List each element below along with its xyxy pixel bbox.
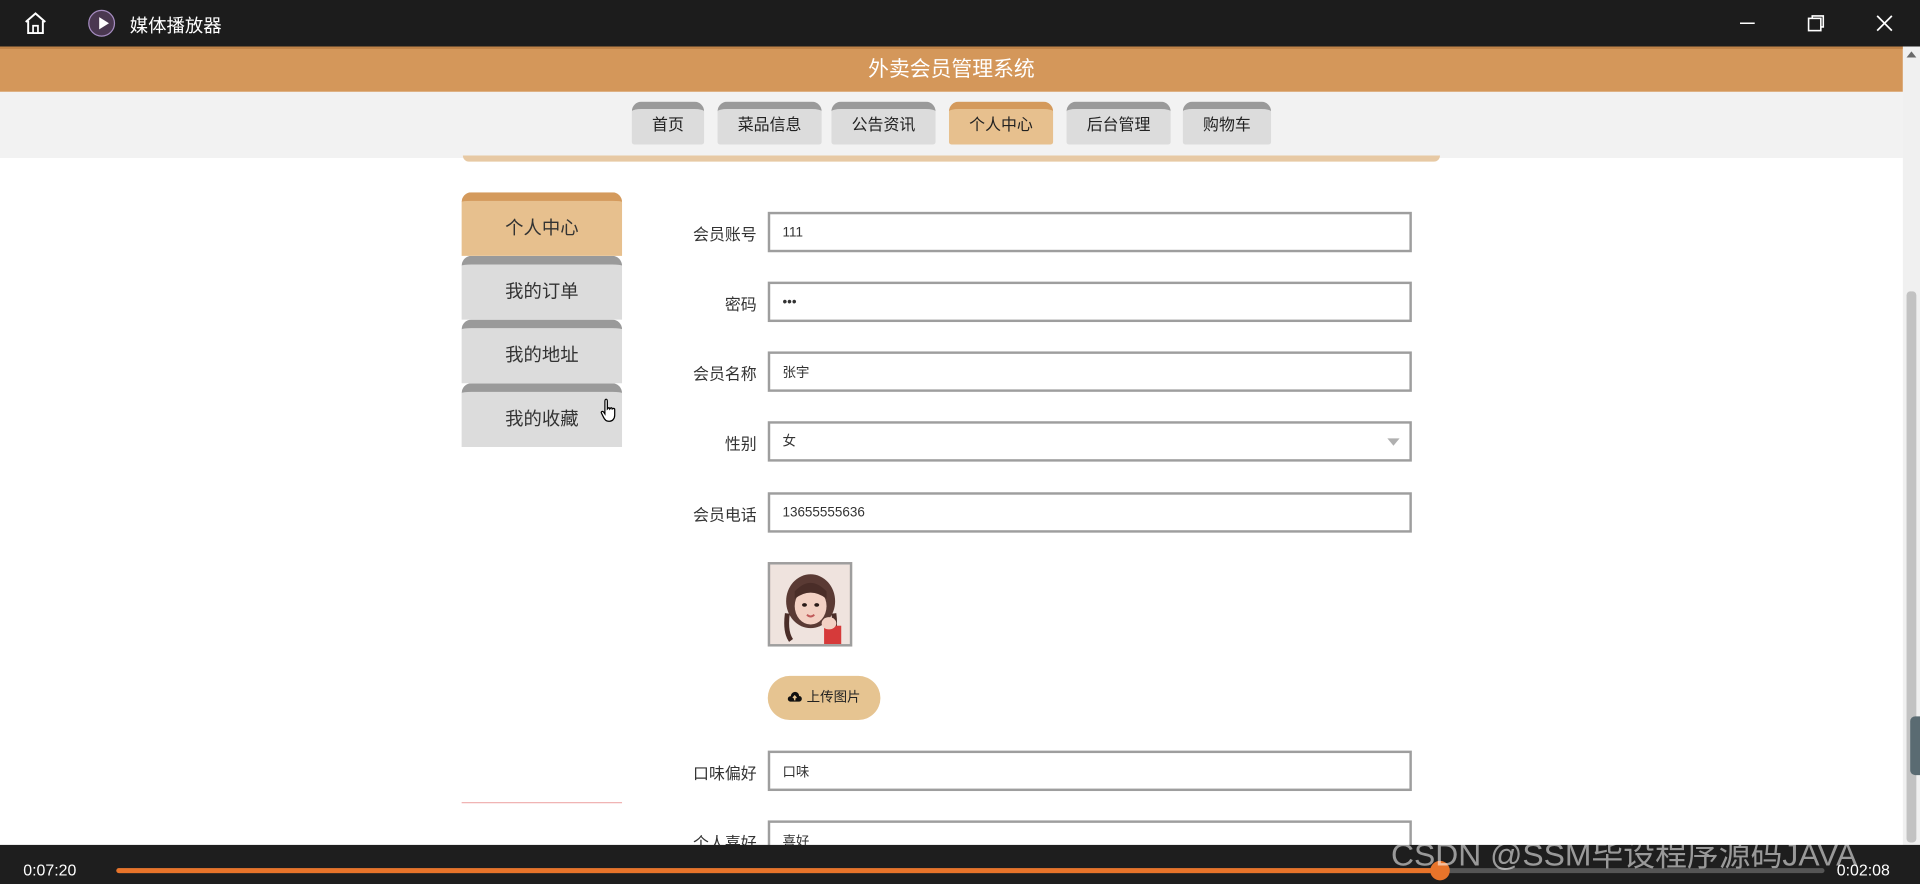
gender-value: 女	[782, 433, 796, 450]
close-icon[interactable]	[1871, 10, 1898, 37]
seek-bar-progress	[116, 868, 1440, 874]
gender-select[interactable]: 女	[767, 421, 1412, 462]
sidebar-item-favorites[interactable]: 我的收藏	[461, 383, 623, 447]
sidebar-item-orders[interactable]: 我的订单	[461, 255, 623, 320]
minimize-icon[interactable]	[1734, 10, 1761, 37]
chevron-down-icon	[1387, 438, 1400, 446]
taste-input[interactable]	[767, 750, 1412, 792]
main-nav: 首页 菜品信息 公告资讯 个人中心 后台管理 购物车	[0, 91, 1903, 158]
nav-tab-dishes[interactable]: 菜品信息	[717, 101, 822, 145]
side-panel-handle[interactable]	[1910, 716, 1920, 776]
nav-tab-home[interactable]: 首页	[631, 101, 705, 145]
media-player-icon	[88, 9, 116, 37]
name-label: 会员名称	[693, 366, 757, 385]
nav-tab-cart[interactable]: 购物车	[1182, 101, 1272, 145]
nav-tab-admin[interactable]: 后台管理	[1066, 101, 1171, 145]
nav-tab-news[interactable]: 公告资讯	[831, 101, 936, 145]
sidebar-item-addresses[interactable]: 我的地址	[461, 319, 623, 384]
window-titlebar: 媒体播放器	[0, 0, 1920, 47]
elapsed-time: 0:07:20	[23, 860, 77, 880]
name-input[interactable]	[767, 351, 1412, 392]
avatar-image	[770, 564, 850, 645]
sidebar-item-personal-center[interactable]: 个人中心	[461, 192, 623, 256]
avatar	[767, 562, 853, 647]
window-title: 媒体播放器	[129, 14, 222, 37]
taste-label: 口味偏好	[693, 765, 757, 784]
password-label: 密码	[724, 296, 757, 315]
phone-label: 会员电话	[693, 506, 757, 526]
upload-image-label: 上传图片	[806, 689, 861, 706]
nav-underline	[462, 155, 1441, 162]
scroll-up-icon[interactable]	[1906, 51, 1917, 58]
hand-cursor-icon	[600, 398, 616, 422]
upload-image-button[interactable]: 上传图片	[767, 675, 881, 721]
cloud-upload-icon	[788, 691, 803, 702]
nav-tab-personal-center[interactable]: 个人中心	[948, 101, 1054, 145]
gender-label: 性别	[724, 435, 757, 455]
phone-input[interactable]	[767, 492, 1412, 533]
media-player-window: 媒体播放器 外卖会员管理系统 首页 菜品信息 公告资讯 个人中心 后台管理 购物…	[0, 0, 1920, 884]
home-icon[interactable]	[22, 10, 49, 37]
sidebar-divider	[461, 802, 623, 804]
watermark: CSDN @SSM毕设程序源码JAVA	[1391, 836, 1858, 874]
account-input[interactable]	[767, 211, 1412, 253]
site-title: 外卖会员管理系统	[0, 46, 1903, 92]
password-input[interactable]	[767, 281, 1412, 323]
maximize-icon[interactable]	[1802, 10, 1829, 37]
account-label: 会员账号	[693, 226, 757, 245]
